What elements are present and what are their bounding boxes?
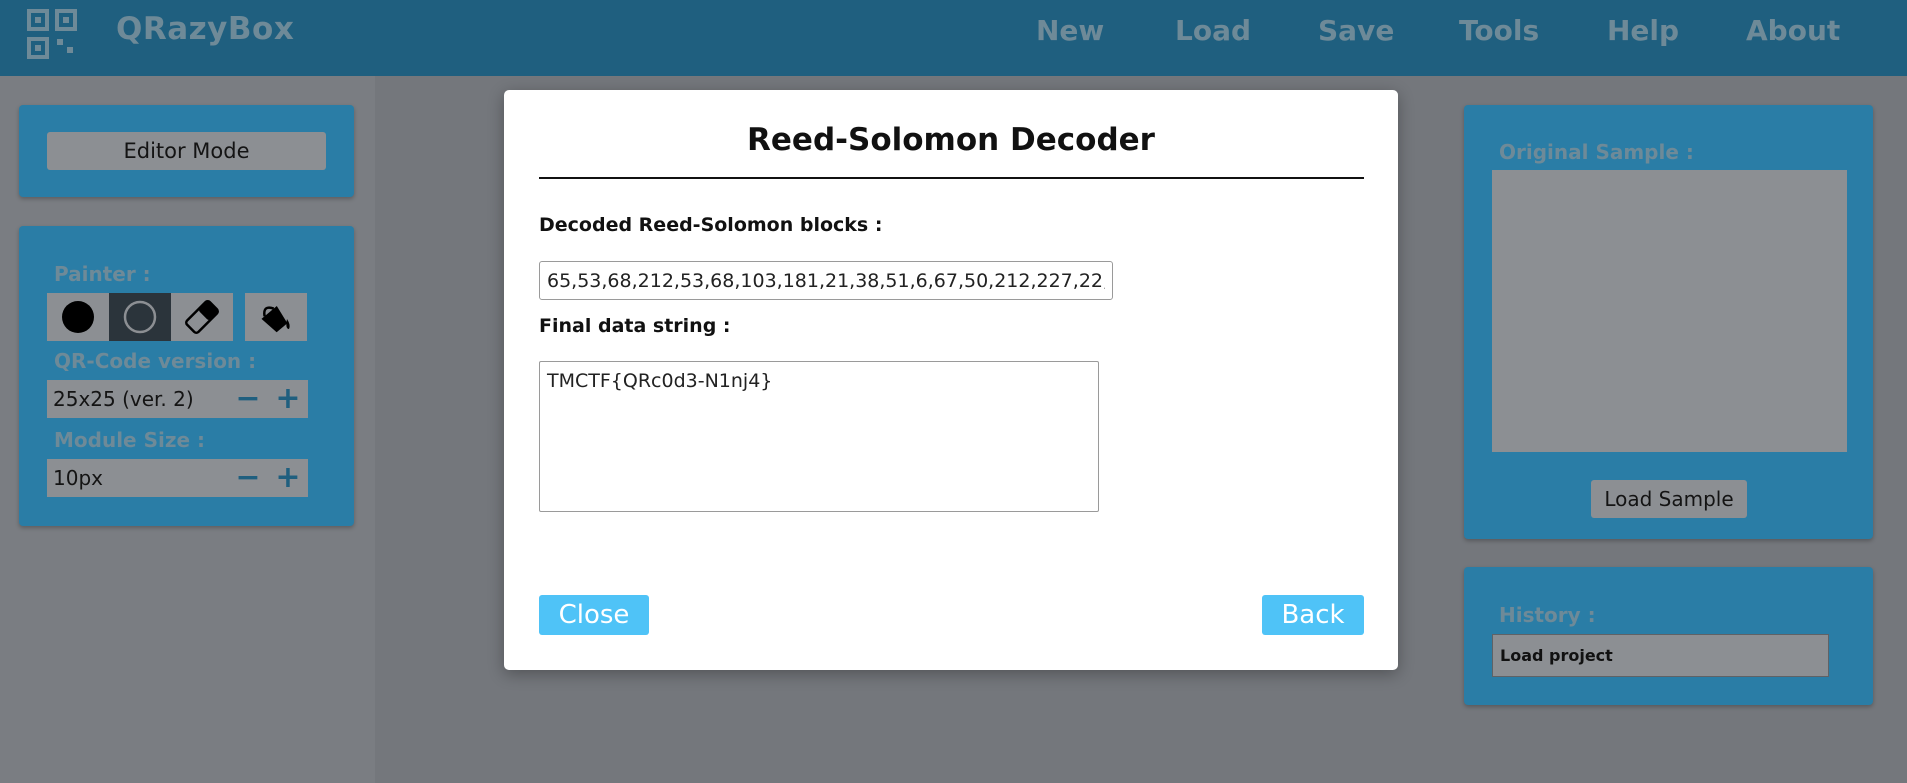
decoded-blocks-input[interactable] [539,261,1113,300]
editor-mode-button[interactable]: Editor Mode [47,132,326,170]
eraser-icon [185,300,219,334]
decoded-blocks-label: Decoded Reed-Solomon blocks : [539,214,883,236]
qr-version-increment-button[interactable]: + [268,380,308,418]
nav-help[interactable]: Help [1607,14,1679,47]
history-item[interactable]: Load project [1492,634,1829,677]
history-label: History : [1499,603,1596,627]
nav-save[interactable]: Save [1318,14,1394,47]
nav-load[interactable]: Load [1175,14,1251,47]
nav-about[interactable]: About [1746,14,1840,47]
paint-bucket-button[interactable] [245,293,307,341]
black-module-icon [62,301,94,333]
module-size-label: Module Size : [54,428,206,452]
painter-label: Painter : [54,262,151,286]
white-module-icon [123,300,157,334]
module-size-increment-button[interactable]: + [268,459,308,497]
title-divider [539,177,1364,179]
black-module-button[interactable] [47,293,109,341]
back-button[interactable]: Back [1262,595,1364,635]
original-sample-label: Original Sample : [1499,140,1694,164]
final-data-textarea[interactable]: TMCTF{QRc0d3-N1nj4} [539,361,1099,512]
original-sample-image [1492,170,1847,452]
qr-version-label: QR-Code version : [54,349,257,373]
qr-version-field[interactable]: 25x25 (ver. 2) [47,380,229,418]
top-bar: QRazyBox New Load Save Tools Help About [0,0,1907,76]
app-logo-text[interactable]: QRazyBox [116,11,294,47]
qr-version-decrement-button[interactable]: − [228,380,268,418]
module-size-field[interactable]: 10px [47,459,229,497]
reed-solomon-decoder-modal: Reed-Solomon Decoder Decoded Reed-Solomo… [504,90,1398,670]
paint-bucket-icon [261,305,290,333]
close-button[interactable]: Close [539,595,649,635]
final-data-label: Final data string : [539,315,731,337]
modal-title: Reed-Solomon Decoder [747,122,1155,158]
load-sample-button[interactable]: Load Sample [1591,480,1747,518]
nav-tools[interactable]: Tools [1459,14,1539,47]
qr-logo-icon [27,9,77,59]
white-module-button[interactable] [109,293,171,341]
eraser-button[interactable] [171,293,233,341]
module-size-decrement-button[interactable]: − [228,459,268,497]
nav-new[interactable]: New [1036,14,1104,47]
